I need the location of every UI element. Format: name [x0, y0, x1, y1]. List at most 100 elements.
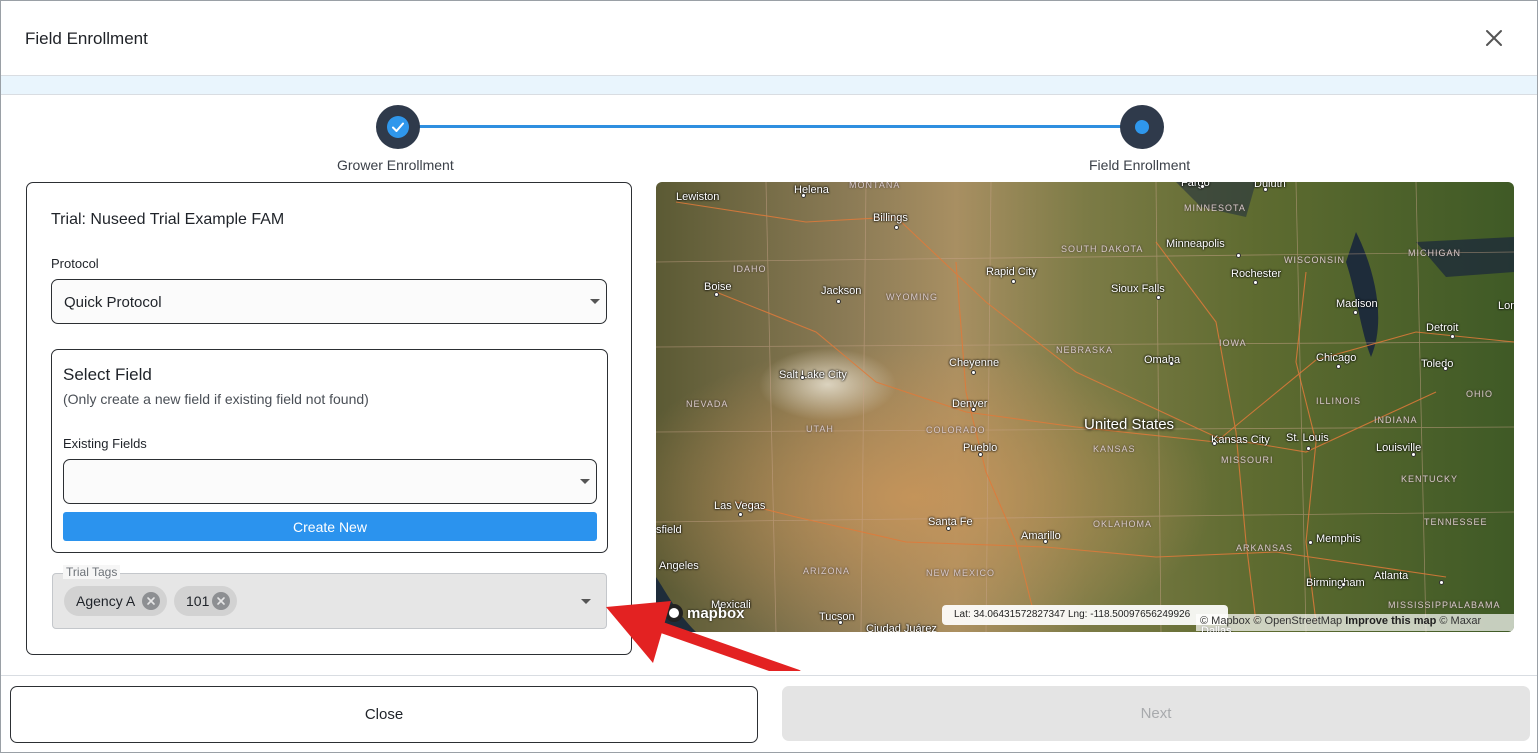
map-state-label: MICHIGAN — [1408, 248, 1461, 258]
map-city-label: Billings — [873, 212, 908, 224]
city-marker-icon — [1341, 582, 1346, 587]
city-marker-icon — [971, 370, 976, 375]
attribution-mapbox-link[interactable]: © Mapbox — [1200, 615, 1250, 627]
dialog-header: Field Enrollment — [1, 1, 1537, 76]
city-marker-icon — [1439, 580, 1444, 585]
existing-fields-select[interactable] — [63, 459, 597, 504]
header-band — [1, 76, 1537, 95]
city-marker-icon — [838, 620, 843, 625]
map-state-label: MISSOURI — [1221, 455, 1274, 465]
map-city-label: Minneapolis — [1166, 238, 1225, 250]
tag-chip-label: Agency A — [76, 593, 136, 609]
city-marker-icon — [714, 292, 719, 297]
protocol-value: Quick Protocol — [64, 294, 162, 311]
coordinate-readout: Lat: 34.06431572827347 Lng: -118.5009765… — [942, 605, 1228, 625]
city-marker-icon — [801, 193, 806, 198]
step-field-enrollment — [1120, 105, 1164, 149]
map-city-label: Kansas City — [1211, 434, 1270, 446]
map-city-label: Lond — [1498, 300, 1514, 312]
map-country-label: United States — [1084, 416, 1175, 433]
chevron-down-icon[interactable] — [581, 599, 591, 604]
map-city-label: Angeles — [659, 560, 699, 572]
map-state-label: KENTUCKY — [1401, 474, 1459, 484]
map-state-label: ILLINOIS — [1316, 396, 1362, 406]
map-city-label: Chicago — [1316, 352, 1357, 364]
map-state-label: ARIZONA — [803, 566, 851, 576]
remove-tag-icon[interactable] — [142, 592, 160, 610]
step-label-field: Field Enrollment — [1089, 157, 1191, 173]
map-state-label: SOUTH DAKOTA — [1061, 244, 1144, 254]
map-state-label: COLORADO — [926, 425, 986, 435]
map-state-label: OKLAHOMA — [1093, 519, 1153, 529]
city-marker-icon — [1011, 279, 1016, 284]
tag-chip: 101 — [174, 586, 237, 616]
map-city-label: Rapid City — [986, 266, 1037, 278]
city-marker-icon — [1200, 184, 1205, 189]
city-marker-icon — [894, 225, 899, 230]
map-state-label: IOWA — [1219, 338, 1247, 348]
attribution-maxar-link[interactable]: © Maxar — [1439, 615, 1481, 627]
attribution-osm-link[interactable]: © OpenStreetMap — [1253, 615, 1342, 627]
city-marker-icon — [978, 452, 983, 457]
map-city-label: Denver — [952, 398, 988, 410]
map-city-label: Tucson — [819, 611, 855, 623]
city-marker-icon — [1353, 310, 1358, 315]
stepper-connector — [419, 125, 1122, 128]
map-state-label: MISSISSIPPI — [1388, 600, 1453, 610]
map-city-label: Amarillo — [1021, 530, 1061, 542]
city-marker-icon — [1411, 452, 1416, 457]
map-state-label: IDAHO — [733, 264, 767, 274]
map-city-label: Jackson — [821, 285, 862, 297]
chevron-down-icon — [580, 479, 590, 484]
map-city-label: St. Louis — [1286, 432, 1329, 444]
trial-tags-input[interactable]: Trial Tags Agency A 101 — [52, 565, 607, 629]
select-field-title: Select Field — [63, 365, 152, 384]
map-city-label: Lewiston — [676, 191, 720, 203]
remove-tag-icon[interactable] — [212, 592, 230, 610]
city-marker-icon — [1169, 361, 1174, 366]
map-state-label: WYOMING — [886, 292, 938, 302]
map-city-label: Fargo — [1181, 182, 1210, 189]
map-state-label: NEVADA — [686, 399, 729, 409]
create-new-button[interactable]: Create New — [63, 512, 597, 541]
map-state-label: NEBRASKA — [1056, 345, 1114, 355]
chevron-down-icon — [590, 299, 600, 304]
select-field-panel: Select Field (Only create a new field if… — [51, 349, 608, 553]
map-city-label: Duluth — [1254, 182, 1286, 190]
satellite-map[interactable]: United States Helena Lewiston Billings Farg… — [656, 182, 1514, 632]
map-city-label: Madison — [1336, 298, 1378, 310]
close-button[interactable]: Close — [10, 686, 758, 743]
map-attribution: © Mapbox © OpenStreetMap Improve this ma… — [1196, 614, 1514, 631]
improve-map-link[interactable]: Improve this map — [1345, 615, 1436, 627]
city-marker-icon — [836, 299, 841, 304]
city-marker-icon — [1443, 366, 1448, 371]
map-state-label: KANSAS — [1093, 444, 1136, 454]
city-marker-icon — [1263, 187, 1268, 192]
map-state-label: MONTANA — [849, 182, 901, 190]
city-marker-icon — [1306, 446, 1311, 451]
city-marker-icon — [1212, 441, 1217, 446]
map-city-label: Memphis — [1316, 533, 1361, 545]
city-marker-icon — [946, 526, 951, 531]
map-city-label: Boise — [704, 281, 732, 293]
footer-divider — [1, 675, 1537, 676]
map-city-label: Atlanta — [1374, 570, 1409, 582]
map-city-label: Omaha — [1144, 354, 1181, 366]
trial-tags-legend: Trial Tags — [63, 565, 121, 579]
city-marker-icon — [1156, 295, 1161, 300]
map-state-label: MINNESOTA — [1184, 203, 1246, 213]
step-label-grower: Grower Enrollment — [337, 157, 454, 173]
city-marker-icon — [738, 512, 743, 517]
map-state-label: ARKANSAS — [1236, 543, 1294, 553]
protocol-label: Protocol — [51, 256, 99, 271]
close-icon[interactable] — [1481, 25, 1507, 51]
protocol-select[interactable]: Quick Protocol — [51, 279, 607, 324]
field-enrollment-dialog: Field Enrollment Grower Enrollment Field… — [0, 0, 1538, 753]
check-icon — [387, 116, 409, 138]
city-marker-icon — [1253, 280, 1258, 285]
map-city-label: Salt Lake City — [779, 369, 847, 381]
red-arrow-annotation — [606, 601, 801, 671]
map-state-label: WISCONSIN — [1284, 255, 1346, 265]
active-step-icon — [1135, 120, 1149, 134]
map-city-label: Birmingham — [1306, 577, 1365, 589]
